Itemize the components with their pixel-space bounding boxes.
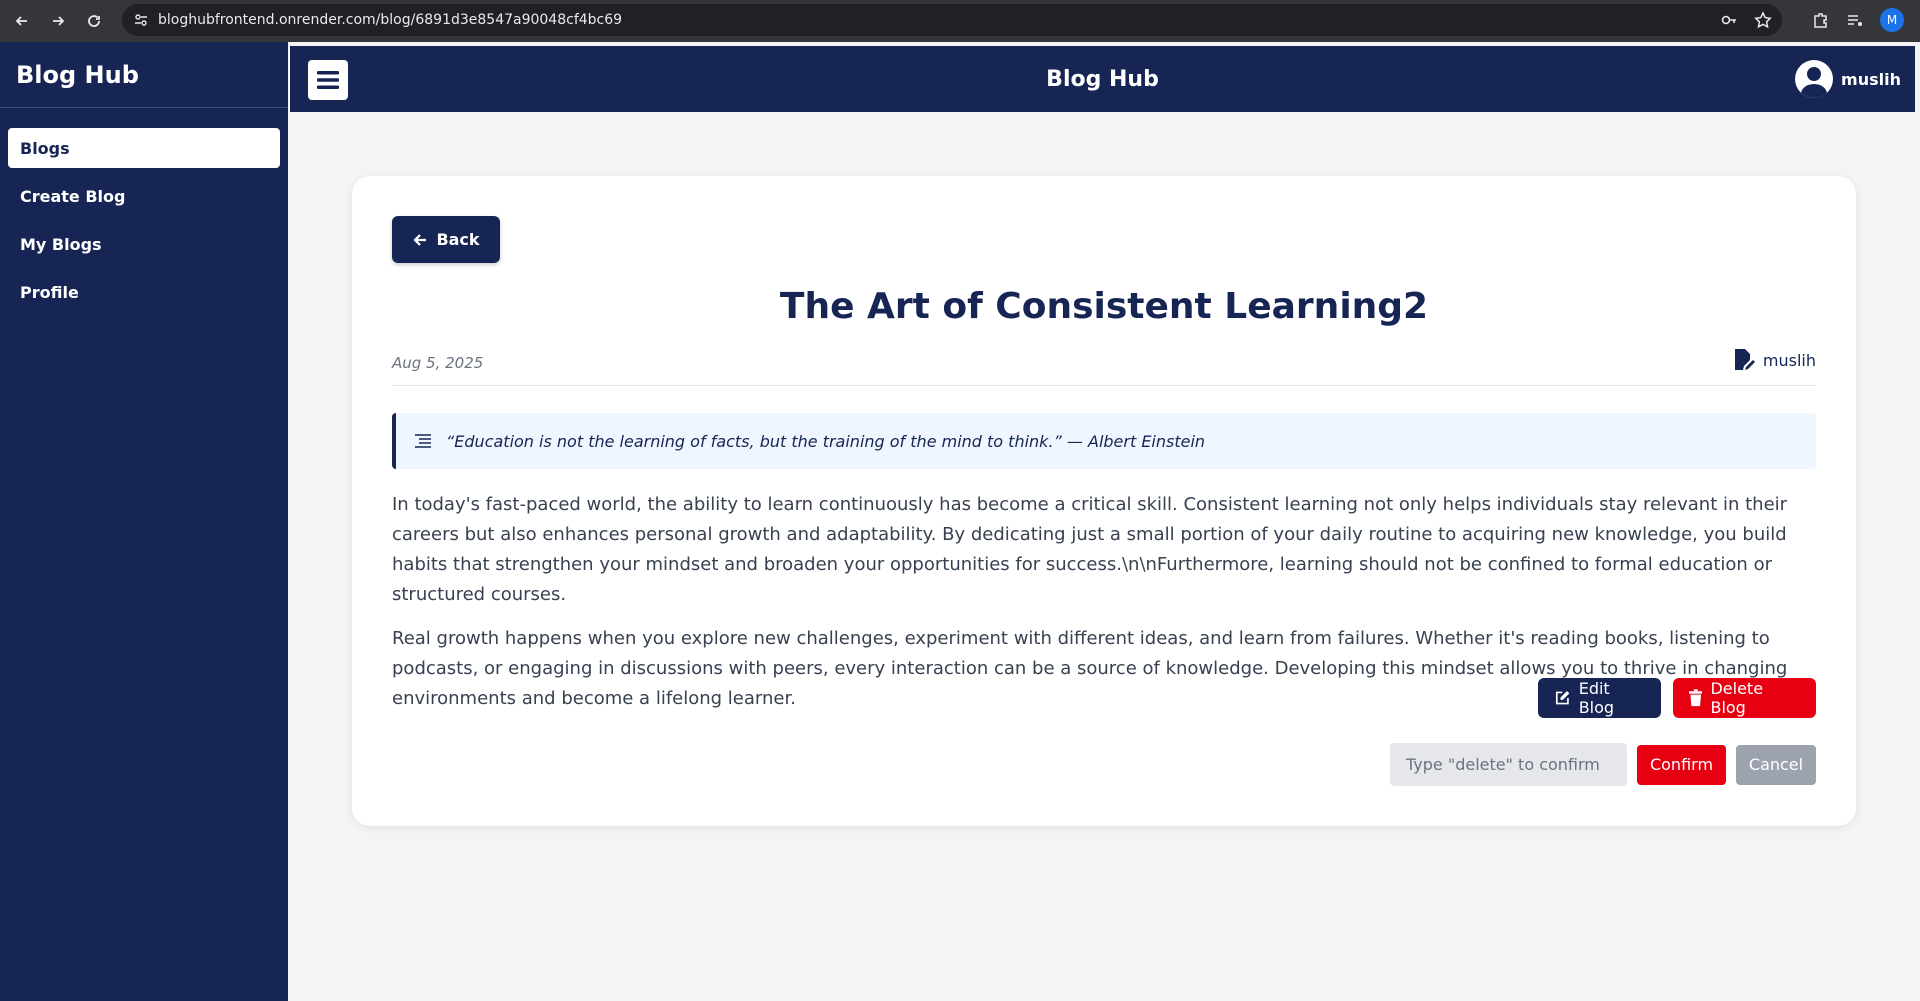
sidebar-nav: Blogs Create Blog My Blogs Profile — [0, 108, 288, 312]
post-author: muslih — [1733, 348, 1816, 372]
bookmark-star-icon[interactable] — [1754, 11, 1772, 29]
top-header: Blog Hub muslih — [290, 46, 1915, 112]
delete-confirm-input[interactable] — [1390, 743, 1627, 786]
back-button[interactable]: Back — [392, 216, 500, 263]
trash-icon — [1689, 689, 1703, 707]
edit-icon — [1555, 691, 1570, 705]
sidebar-item-my-blogs[interactable]: My Blogs — [8, 224, 280, 264]
delete-confirm-row: Confirm Cancel — [1390, 743, 1816, 786]
reload-icon[interactable] — [78, 5, 110, 37]
edit-blog-button[interactable]: Edit Blog — [1538, 678, 1661, 718]
delete-blog-button[interactable]: Delete Blog — [1673, 678, 1816, 718]
sidebar: Blog Hub Blogs Create Blog My Blogs Prof… — [0, 42, 288, 1001]
quote-text: “Education is not the learning of facts,… — [446, 431, 1206, 451]
hamburger-menu-button[interactable] — [308, 60, 348, 100]
back-label: Back — [436, 230, 480, 249]
password-key-icon[interactable] — [1720, 11, 1738, 29]
address-bar[interactable]: bloghubfrontend.onrender.com/blog/6891d3… — [122, 4, 1782, 36]
sidebar-item-blogs[interactable]: Blogs — [8, 128, 280, 168]
browser-toolbar: bloghubfrontend.onrender.com/blog/6891d3… — [0, 0, 1920, 42]
sidebar-brand: Blog Hub — [0, 42, 288, 108]
sidebar-item-profile[interactable]: Profile — [8, 272, 280, 312]
sidebar-item-create-blog[interactable]: Create Blog — [8, 176, 280, 216]
site-info-icon[interactable] — [134, 13, 148, 27]
post-actions: Edit Blog Delete Blog — [1538, 678, 1816, 718]
user-avatar-icon — [1795, 60, 1834, 98]
back-nav-icon[interactable] — [6, 5, 38, 37]
profile-avatar[interactable]: M — [1880, 8, 1904, 32]
cancel-button[interactable]: Cancel — [1736, 744, 1816, 785]
user-menu[interactable]: muslih — [1795, 60, 1901, 98]
confirm-button[interactable]: Confirm — [1637, 744, 1726, 785]
post-quote: “Education is not the learning of facts,… — [392, 413, 1816, 469]
media-controls-icon[interactable] — [1846, 11, 1864, 29]
header-title: Blog Hub — [1046, 66, 1159, 92]
text-list-icon — [415, 434, 431, 448]
url-text: bloghubfrontend.onrender.com/blog/6891d3… — [158, 12, 623, 28]
delete-label: Delete Blog — [1710, 679, 1764, 717]
forward-nav-icon[interactable] — [42, 5, 74, 37]
header-username: muslih — [1841, 69, 1901, 89]
blog-card: Back The Art of Consistent Learning2 Aug… — [352, 176, 1856, 826]
hamburger-icon — [317, 71, 339, 89]
file-pen-icon — [1734, 349, 1755, 370]
extensions-icon[interactable] — [1812, 11, 1830, 29]
arrow-left-icon — [413, 233, 427, 246]
edit-label: Edit Blog — [1578, 679, 1615, 717]
post-paragraph: In today's fast-paced world, the ability… — [392, 494, 1788, 605]
post-date: Aug 5, 2025 — [392, 354, 484, 372]
author-name: muslih — [1762, 350, 1816, 370]
post-meta: Aug 5, 2025 muslih — [392, 346, 1816, 386]
post-title: The Art of Consistent Learning2 — [779, 286, 1429, 327]
